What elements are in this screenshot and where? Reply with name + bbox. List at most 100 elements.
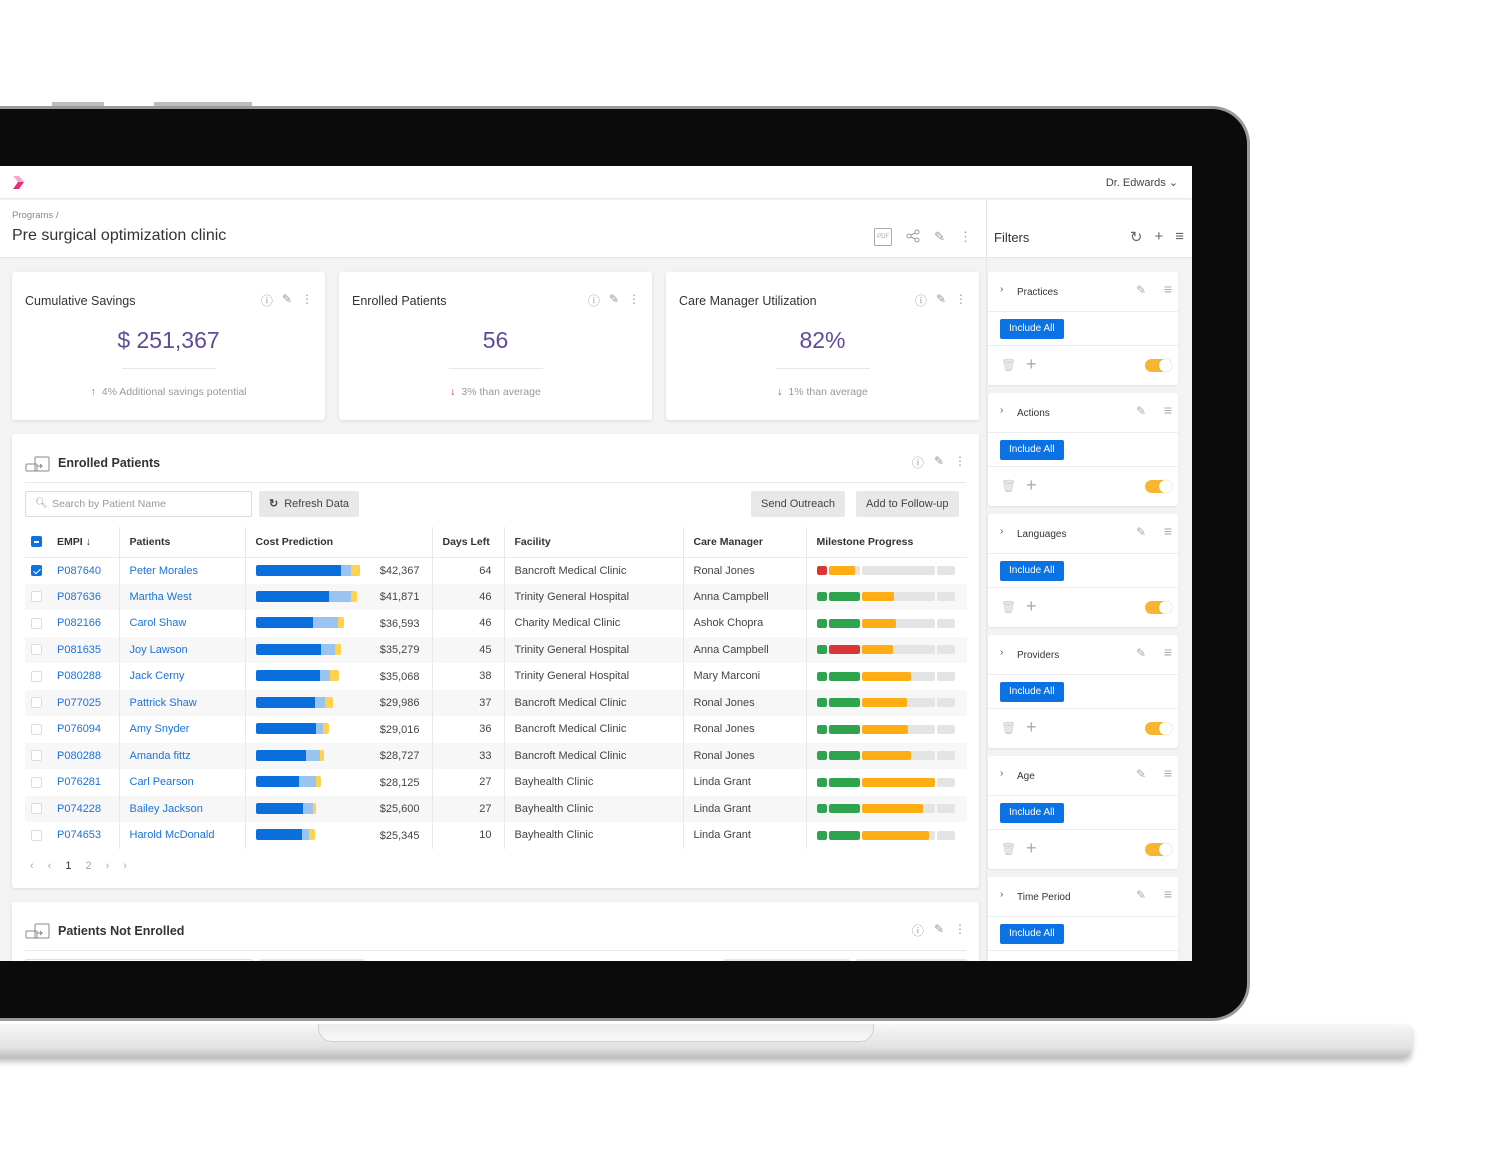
edit-icon[interactable]: ✎	[1136, 767, 1146, 781]
info-icon[interactable]: ⓘ	[915, 292, 927, 309]
edit-icon[interactable]: ✎	[282, 292, 292, 309]
add-filter-icon[interactable]: +	[1154, 228, 1163, 246]
menu-icon[interactable]: ≡	[1164, 402, 1172, 418]
plus-icon[interactable]: +	[1026, 717, 1037, 738]
filter-toggle[interactable]	[1145, 480, 1172, 493]
chevron-right-icon[interactable]: ›	[1000, 647, 1003, 658]
patient-name-link[interactable]: Pattrick Shaw	[119, 689, 246, 716]
table-row[interactable]: P081635 Joy Lawson $35,279 45 Trinity Ge…	[25, 636, 967, 663]
filter-toggle[interactable]	[1145, 843, 1172, 856]
filter-toggle[interactable]	[1145, 359, 1172, 372]
more-vert-icon[interactable]: ⋮	[628, 292, 640, 309]
plus-icon[interactable]: +	[1026, 838, 1037, 859]
plus-icon[interactable]: +	[1026, 354, 1037, 375]
empi-link[interactable]: P074228	[47, 795, 120, 822]
table-row[interactable]: P074228 Bailey Jackson $25,600 27 Bayhea…	[25, 795, 967, 822]
patient-name-link[interactable]: Peter Morales	[119, 557, 246, 584]
row-checkbox[interactable]	[31, 803, 42, 815]
menu-icon[interactable]: ≡	[1164, 523, 1172, 539]
chevron-right-icon[interactable]: ›	[1000, 284, 1003, 295]
row-checkbox[interactable]	[31, 697, 42, 709]
plus-icon[interactable]: +	[1026, 596, 1037, 617]
row-checkbox[interactable]	[31, 591, 42, 603]
edit-icon[interactable]: ✎	[1136, 283, 1146, 297]
edit-icon[interactable]: ✎	[1136, 646, 1146, 660]
row-checkbox[interactable]	[31, 670, 42, 682]
include-all-button[interactable]: Include All	[1000, 803, 1064, 823]
edit-icon[interactable]: ✎	[936, 292, 946, 309]
empi-link[interactable]: P087636	[47, 583, 120, 610]
include-all-button[interactable]: Include All	[1000, 319, 1064, 339]
table-row[interactable]: P082166 Carol Shaw $36,593 46 Charity Me…	[25, 610, 967, 637]
trash-icon[interactable]: 🗑︎	[1001, 842, 1016, 856]
column-header-facility[interactable]: Facility	[504, 527, 684, 558]
menu-icon[interactable]: ≡	[1164, 765, 1172, 781]
edit-icon[interactable]: ✎	[934, 922, 944, 939]
page-1-button[interactable]: 1	[65, 860, 71, 872]
chevron-right-icon[interactable]: ›	[1000, 889, 1003, 900]
pdf-icon[interactable]: PDF	[874, 228, 893, 246]
refresh-data-button[interactable]	[259, 959, 365, 961]
patient-name-link[interactable]: Carl Pearson	[119, 769, 246, 796]
filter-toggle[interactable]	[1145, 601, 1172, 614]
send-outreach-button[interactable]	[723, 959, 850, 961]
column-header-milestone-progress[interactable]: Milestone Progress	[806, 527, 967, 558]
empi-link[interactable]: P081635	[47, 636, 120, 663]
column-header-care-manager[interactable]: Care Manager	[683, 527, 807, 558]
empi-link[interactable]: P080288	[47, 742, 120, 769]
column-header-days-left[interactable]: Days Left	[432, 527, 505, 558]
page-2-button[interactable]: 2	[85, 860, 91, 872]
patient-name-link[interactable]: Joy Lawson	[119, 636, 246, 663]
more-vert-icon[interactable]: ⋮	[954, 922, 966, 939]
plus-icon[interactable]: +	[1026, 959, 1037, 961]
breadcrumb[interactable]: Programs /	[12, 210, 58, 221]
empi-link[interactable]: P082166	[47, 610, 120, 637]
filter-toggle[interactable]	[1145, 722, 1172, 735]
reset-icon[interactable]: ↻	[1130, 228, 1143, 246]
add-to-follow-up-button[interactable]: Add to Follow-up	[856, 491, 959, 517]
chevron-right-icon[interactable]: ›	[1000, 405, 1003, 416]
edit-icon[interactable]: ✎	[1136, 888, 1146, 902]
more-vert-icon[interactable]: ⋮	[954, 454, 966, 471]
empi-link[interactable]: P077025	[47, 689, 120, 716]
edit-icon[interactable]: ✎	[609, 292, 619, 309]
share-icon[interactable]	[906, 229, 920, 246]
info-icon[interactable]: ⓘ	[912, 922, 924, 939]
info-icon[interactable]: ⓘ	[912, 454, 924, 471]
menu-icon[interactable]: ≡	[1175, 228, 1184, 246]
last-page-button[interactable]: ›	[123, 860, 127, 872]
row-checkbox[interactable]	[31, 565, 42, 577]
edit-icon[interactable]: ✎	[1136, 525, 1146, 539]
patient-name-link[interactable]: Harold McDonald	[119, 822, 246, 849]
refresh-data-button[interactable]: ↻ Refresh Data	[259, 491, 360, 517]
chevron-right-icon[interactable]: ›	[1000, 526, 1003, 537]
patient-name-link[interactable]: Amy Snyder	[119, 716, 246, 743]
column-header-cost-prediction[interactable]: Cost Prediction	[245, 527, 433, 558]
table-row[interactable]: P076281 Carl Pearson $28,125 27 Bayhealt…	[25, 769, 967, 796]
first-page-button[interactable]: ‹	[30, 860, 34, 872]
empi-link[interactable]: P074653	[47, 822, 120, 849]
include-all-button[interactable]: Include All	[1000, 682, 1064, 702]
row-checkbox[interactable]	[31, 723, 42, 735]
patient-name-link[interactable]: Bailey Jackson	[119, 795, 246, 822]
empi-link[interactable]: P087640	[47, 557, 120, 584]
info-icon[interactable]: ⓘ	[261, 292, 273, 309]
menu-icon[interactable]: ≡	[1164, 281, 1172, 297]
select-all-checkbox[interactable]	[31, 536, 42, 548]
table-row[interactable]: P077025 Pattrick Shaw $29,986 37 Bancrof…	[25, 689, 967, 716]
patient-search-input[interactable]: 🔍︎ Search by Patient Name	[25, 491, 252, 517]
trash-icon[interactable]: 🗑︎	[1001, 600, 1016, 614]
trash-icon[interactable]: 🗑︎	[1001, 358, 1016, 372]
row-checkbox[interactable]	[31, 750, 42, 762]
edit-icon[interactable]: ✎	[934, 454, 944, 471]
chevron-right-icon[interactable]: ›	[1000, 768, 1003, 779]
patient-name-link[interactable]: Carol Shaw	[119, 610, 246, 637]
patient-search-input[interactable]	[25, 959, 252, 961]
table-row[interactable]: P080288 Amanda fittz $28,727 33 Bancroft…	[25, 742, 967, 769]
prev-page-button[interactable]: ‹	[48, 860, 52, 872]
more-vert-icon[interactable]: ⋮	[959, 230, 972, 244]
edit-icon[interactable]: ✎	[1136, 404, 1146, 418]
empi-link[interactable]: P076281	[47, 769, 120, 796]
row-checkbox[interactable]	[31, 617, 42, 629]
column-header-patients[interactable]: Patients	[119, 527, 246, 558]
